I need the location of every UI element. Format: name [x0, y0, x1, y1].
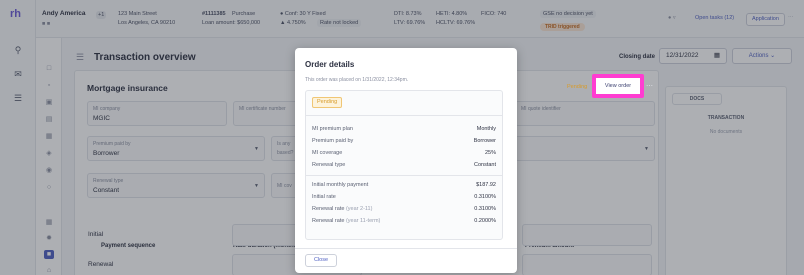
order-summary: Pending MI premium plan Monthly Premium p…	[305, 90, 503, 240]
more-icon[interactable]: ⋯	[646, 82, 653, 90]
close-button[interactable]: Close	[305, 254, 337, 267]
detail-row: MI premium plan Monthly	[312, 126, 496, 132]
detail-row: Initial rate 0.3100%	[312, 194, 496, 200]
order-details-modal: Order details This order was placed on 1…	[295, 48, 517, 273]
divider	[295, 248, 517, 249]
status-badge: Pending	[567, 84, 588, 90]
status-badge: Pending	[312, 97, 343, 108]
detail-row: MI coverage 25%	[312, 150, 496, 156]
modal-subtitle: This order was placed on 1/31/2022, 12:3…	[305, 77, 409, 83]
view-order-button[interactable]: View order	[600, 81, 636, 91]
detail-row: Renewal rate (year 2-11) 0.3100%	[312, 206, 496, 212]
divider	[306, 175, 502, 176]
detail-row: Initial monthly payment $187.92	[312, 182, 496, 188]
modal-title: Order details	[305, 60, 355, 69]
divider	[306, 115, 502, 116]
detail-row: Premium paid by Borrower	[312, 138, 496, 144]
detail-row: Renewal type Constant	[312, 162, 496, 168]
detail-row: Renewal rate (year 11-term) 0.2000%	[312, 218, 496, 224]
view-order-highlight: View order	[592, 74, 644, 98]
